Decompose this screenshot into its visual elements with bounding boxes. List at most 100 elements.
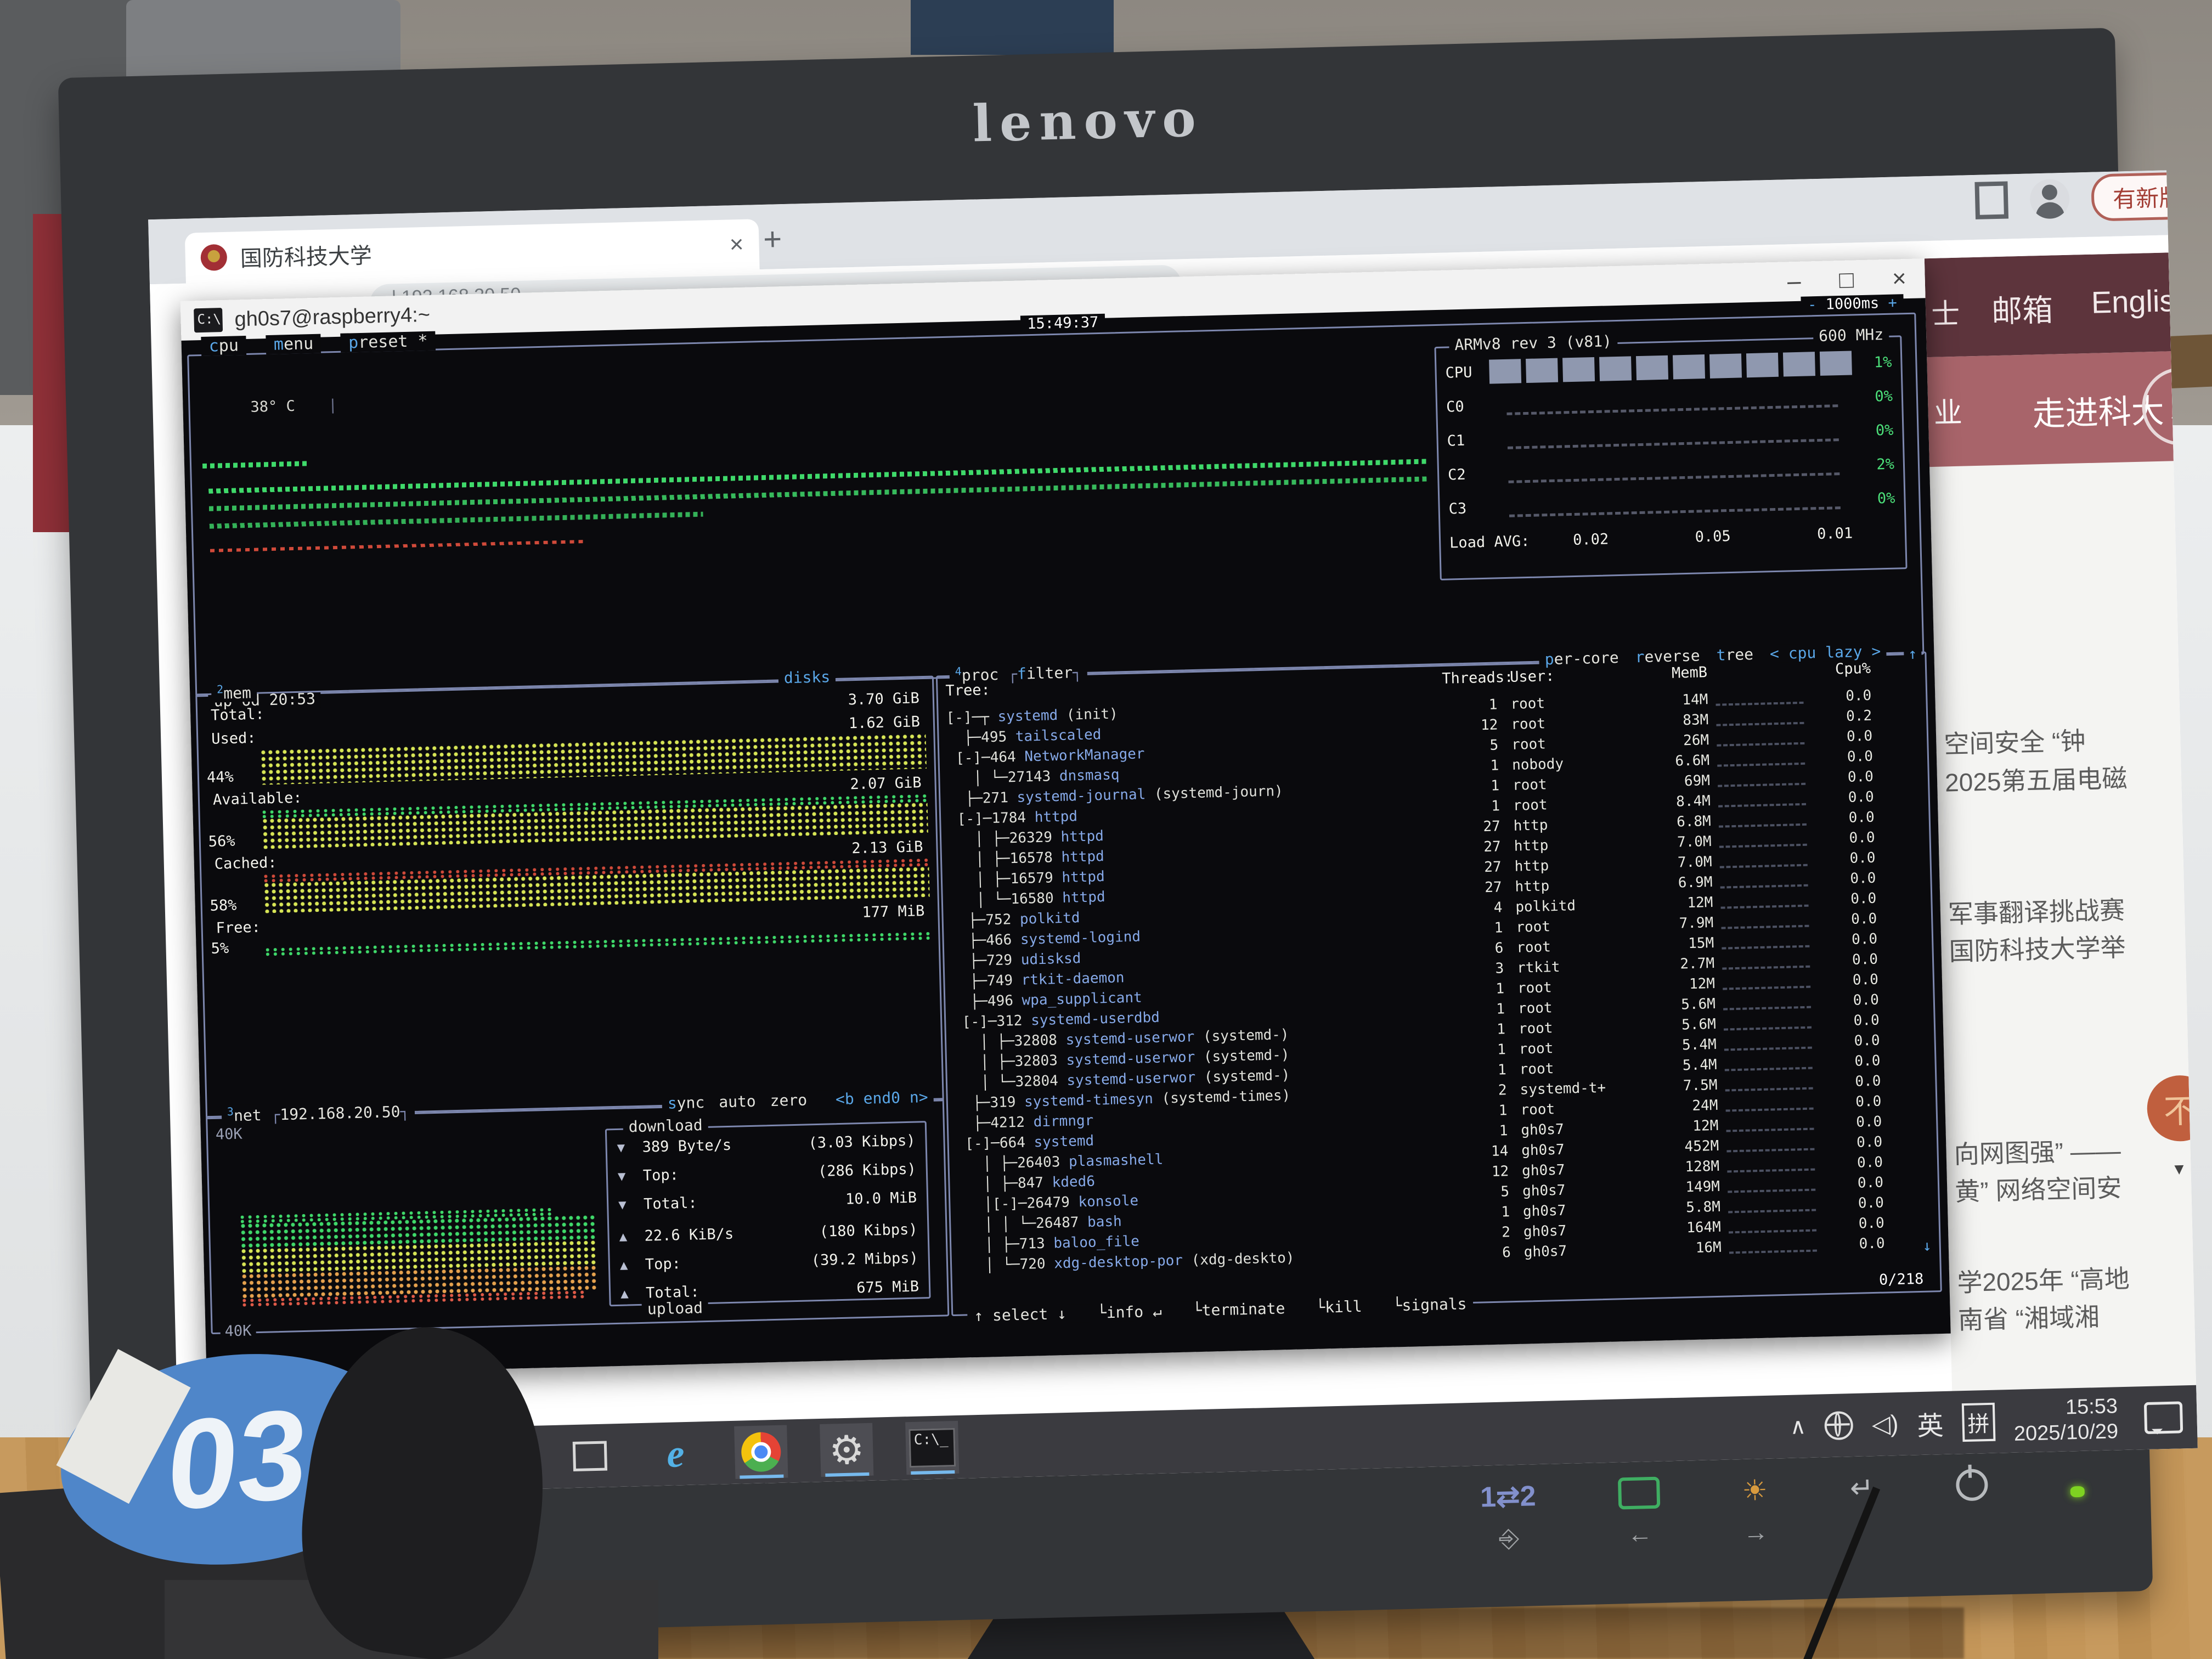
site-nav-band: 士 邮箱English: [1925, 252, 2171, 357]
exit-icon: ⎆: [1499, 1523, 1520, 1554]
scroll-down-icon[interactable]: ↓: [1918, 1237, 1936, 1255]
power-icon: [1956, 1469, 1988, 1501]
net-box-label: 3net ┌192.168.20.50┐: [222, 1101, 415, 1125]
taskbar-settings[interactable]: ⚙: [820, 1423, 873, 1476]
nav-partial-text: 士: [1931, 291, 1960, 332]
maximize-button[interactable]: □: [1839, 266, 1854, 294]
background-object: [911, 0, 1114, 55]
network-globe-icon[interactable]: [1824, 1411, 1853, 1440]
speaker-icon[interactable]: ◁): [1871, 1410, 1899, 1438]
proc-action[interactable]: └info ↵: [1097, 1302, 1162, 1322]
task-view-icon: [573, 1441, 607, 1471]
mem-row: Available:2.07 GiB56%: [207, 774, 928, 850]
tray-chevron-icon[interactable]: ∧: [1790, 1414, 1806, 1440]
proc-action[interactable]: └terminate: [1192, 1299, 1285, 1319]
proc-action[interactable]: └signals: [1392, 1295, 1467, 1314]
cpu-subbox: ARMv8 rev 3 (v81) 600 MHz CPU1%C00%C10%C…: [1434, 335, 1907, 580]
screen-mode-icon: [1618, 1477, 1660, 1510]
upload-label: upload: [641, 1299, 708, 1318]
disks-label[interactable]: disks: [778, 668, 836, 687]
iface-switch: <b end0 n>: [836, 1088, 928, 1108]
input-switch-button[interactable]: 1⇄2 ⎆: [1480, 1480, 1537, 1554]
cpu-frequency: 600 MHz: [1813, 325, 1889, 345]
webpage-strip: 士 邮箱English 业 走进科大 ⌕ 空间安全 “钟2025第五届电磁军事翻…: [1925, 252, 2196, 1391]
cmd-icon: [909, 1428, 956, 1468]
site-nav-link[interactable]: 邮箱: [1991, 286, 2053, 332]
terminal-body: cpumenupreset * 15:49:37 - 1000ms + 38° …: [182, 298, 1951, 1376]
net-scale-top: 40K: [216, 1126, 243, 1143]
page-text-line: 向网图强” ——: [1954, 1131, 2121, 1171]
site-subnav-band: 业 走进科大 ⌕: [1927, 351, 2174, 467]
task-view-button[interactable]: [563, 1429, 617, 1483]
monitor-button-row: 1⇄2 ⎆ ← ☀ → ↵: [1480, 1466, 2086, 1575]
ime-language[interactable]: 英: [1917, 1404, 1944, 1443]
net-option-zero[interactable]: zero: [770, 1091, 807, 1110]
net-ip: 192.168.20.50: [280, 1103, 400, 1124]
cmd-icon: [194, 308, 223, 332]
minimize-button[interactable]: –: [1787, 268, 1801, 296]
page-text-line: 南省 “湘域湘: [1957, 1297, 2100, 1336]
scrollbar-arrow-icon[interactable]: ▾: [2174, 1158, 2184, 1180]
profile-avatar[interactable]: [2029, 179, 2070, 219]
tab-close-icon[interactable]: ×: [729, 231, 744, 259]
net-graph: [241, 1207, 600, 1307]
proc-option-reverse[interactable]: reverse: [1635, 646, 1700, 666]
chrome-icon: [741, 1431, 781, 1472]
mem-box: 2mem disks Total:3.70 GiBUsed:1.62 GiB44…: [195, 676, 944, 1120]
page-text-line: 2025第五届电磁: [1944, 758, 2128, 799]
net-option-auto[interactable]: auto: [719, 1092, 756, 1111]
site-nav-items: 邮箱English: [1991, 282, 2193, 331]
proc-action[interactable]: └kill: [1316, 1297, 1362, 1317]
power-button[interactable]: [1956, 1469, 1988, 1501]
process-list[interactable]: [-]─┬ systemd (init)1root14M0.0 ├─495 ta…: [946, 684, 1932, 1276]
page-text-line: 学2025年 “高地: [1957, 1259, 2130, 1300]
mem-box-label: 2mem: [211, 682, 257, 703]
page-text-line: 国防科技大学举: [1949, 928, 2126, 968]
system-tray: ∧ ◁) 英 拼 15:53 2025/10/29: [1790, 1392, 2183, 1452]
cpu-box: 38° C | up 6d 20:53 ARMv8 rev 3 (v81) 60…: [187, 313, 1924, 697]
nav-partial-text: 业: [1933, 390, 1963, 431]
proc-action[interactable]: ↑ select ↓: [974, 1305, 1066, 1325]
lenovo-logo: lenovo: [59, 66, 2117, 176]
power-led: [2070, 1486, 2085, 1498]
right-arrow-icon: →: [1743, 1517, 1769, 1547]
photo-scene: lenovo 国防科技大学 × + | 192.168.20.50 有新版 Ch…: [0, 0, 2212, 1659]
taskbar-ie[interactable]: e: [648, 1427, 702, 1481]
scroll-position: 0/218: [1879, 1271, 1924, 1289]
proc-option-per-core[interactable]: per-core: [1544, 648, 1619, 668]
back-to-top-badge[interactable]: 不: [2146, 1075, 2196, 1142]
new-tab-button[interactable]: +: [763, 221, 782, 258]
download-label: download: [623, 1116, 708, 1136]
tab-title: 国防科技大学: [240, 229, 716, 273]
menu-item-cpu[interactable]: cpu: [201, 336, 246, 356]
cpu-temp: 38° C: [250, 398, 295, 416]
ie-icon: e: [666, 1431, 685, 1477]
menu-item-preset[interactable]: preset *: [341, 331, 436, 353]
proc-option-tree[interactable]: tree: [1716, 645, 1753, 664]
brightness-button[interactable]: ☀ →: [1742, 1474, 1769, 1547]
site-favicon: [200, 244, 227, 271]
net-box: 3net ┌192.168.20.50┐ syncautozero <b end…: [206, 1098, 949, 1334]
tray-date: 2025/10/29: [2013, 1420, 2118, 1446]
taskbar-clock[interactable]: 15:53 2025/10/29: [2013, 1393, 2118, 1447]
extension-icon[interactable]: [1974, 181, 2008, 219]
page-text-line: 空间安全 “钟: [1944, 721, 2086, 760]
mem-row: Used:1.62 GiB44%: [206, 713, 927, 786]
taskbar-cmd[interactable]: [905, 1420, 959, 1474]
left-arrow-icon: ←: [1627, 1519, 1653, 1549]
menu-left-button[interactable]: ←: [1618, 1477, 1661, 1549]
menu-item-menu[interactable]: menu: [266, 334, 321, 354]
ime-pinyin-icon[interactable]: 拼: [1962, 1402, 1996, 1441]
notification-icon[interactable]: [2144, 1401, 2183, 1434]
taskbar-chrome[interactable]: [734, 1425, 788, 1479]
page-text-line: 军事翻译挑战赛: [1948, 890, 2125, 931]
cpu-model: ARMv8 rev 3 (v81): [1449, 332, 1617, 354]
btop-clock: 15:49:37: [1020, 314, 1105, 333]
screen: 国防科技大学 × + | 192.168.20.50 有新版 Chrome 士 …: [148, 170, 2198, 1497]
net-option-sync[interactable]: sync: [667, 1093, 704, 1113]
close-button[interactable]: ×: [1892, 265, 1906, 293]
update-interval[interactable]: - 1000ms +: [1801, 294, 1904, 314]
proc-footer[interactable]: ↑ select ↓ └info ↵ └terminate └kill └signals: [967, 1295, 1474, 1325]
gear-icon: ⚙: [828, 1426, 865, 1474]
net-scale-bottom: 40K: [220, 1322, 256, 1340]
